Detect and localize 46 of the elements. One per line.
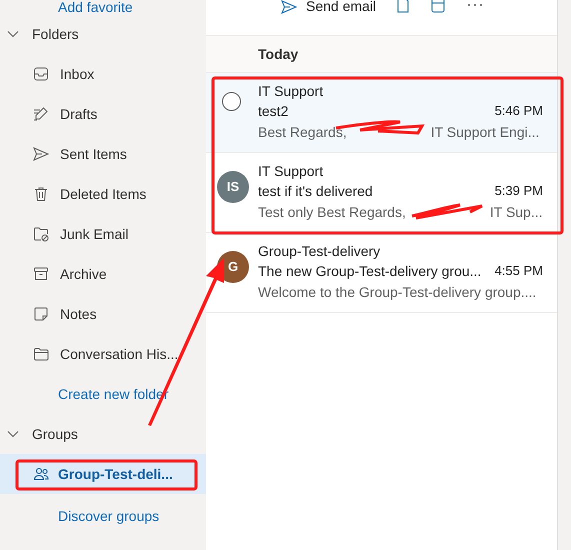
calendar-icon[interactable] bbox=[430, 0, 446, 14]
subject: test2 bbox=[258, 102, 288, 121]
folder-item[interactable]: Inbox bbox=[0, 54, 206, 94]
folder-item[interactable]: Deleted Items bbox=[0, 174, 206, 214]
avatar: IS bbox=[217, 171, 249, 203]
sender-name: IT Support bbox=[258, 82, 324, 101]
time: 4:55 PM bbox=[494, 262, 543, 280]
pencil-icon bbox=[32, 105, 50, 123]
blocked-folder-icon bbox=[32, 225, 50, 243]
trash-icon bbox=[32, 185, 50, 203]
document-icon[interactable] bbox=[396, 0, 410, 14]
preview-text: Best Regards, bbox=[258, 123, 347, 142]
sender-name: IT Support bbox=[258, 162, 324, 181]
sender-name: Group-Test-delivery bbox=[258, 242, 382, 261]
preview-text: IT Support Engi... bbox=[430, 123, 540, 142]
subject: The new Group-Test-delivery grou... bbox=[258, 262, 482, 281]
archive-icon bbox=[32, 265, 50, 283]
inbox-icon bbox=[32, 65, 50, 83]
people-icon bbox=[32, 465, 50, 483]
select-radio[interactable] bbox=[222, 92, 241, 111]
preview-text: IT Sup... bbox=[490, 203, 543, 222]
chevron-icon[interactable] bbox=[7, 30, 19, 38]
folder-item[interactable]: Drafts bbox=[0, 94, 206, 134]
folder-item[interactable]: Notes bbox=[0, 294, 206, 334]
preview-text: Welcome to the Group-Test-delivery group.... bbox=[258, 283, 536, 302]
folder-item[interactable]: Junk Email bbox=[0, 214, 206, 254]
message-item[interactable]: IT Support test2 5:46 PM Best Regards, IT Support Engi... bbox=[206, 73, 557, 153]
chevron-icon[interactable] bbox=[7, 430, 19, 438]
time: 5:39 PM bbox=[494, 182, 543, 200]
send-icon bbox=[280, 0, 298, 16]
folder-item[interactable]: Sent Items bbox=[0, 134, 206, 174]
folder-item[interactable]: Archive bbox=[0, 254, 206, 294]
folder-item[interactable]: Conversation His... bbox=[0, 334, 206, 374]
time: 5:46 PM bbox=[494, 102, 543, 120]
date-group-header: Today bbox=[258, 44, 298, 64]
discover-groups-link[interactable]: Discover groups bbox=[58, 506, 160, 526]
redaction-scribble bbox=[412, 204, 484, 220]
preview-text: Test only Best Regards, bbox=[258, 203, 406, 222]
send-icon bbox=[32, 145, 50, 163]
note-icon bbox=[32, 305, 50, 323]
section-header[interactable]: Groups bbox=[32, 424, 78, 444]
subject: test if it's delivered bbox=[258, 182, 373, 201]
add-favorite-link[interactable]: Add favorite bbox=[0, 0, 206, 14]
send-email-button[interactable]: Send email bbox=[280, 0, 376, 17]
folder-icon bbox=[32, 345, 50, 363]
section-header[interactable]: Folders bbox=[32, 24, 79, 44]
